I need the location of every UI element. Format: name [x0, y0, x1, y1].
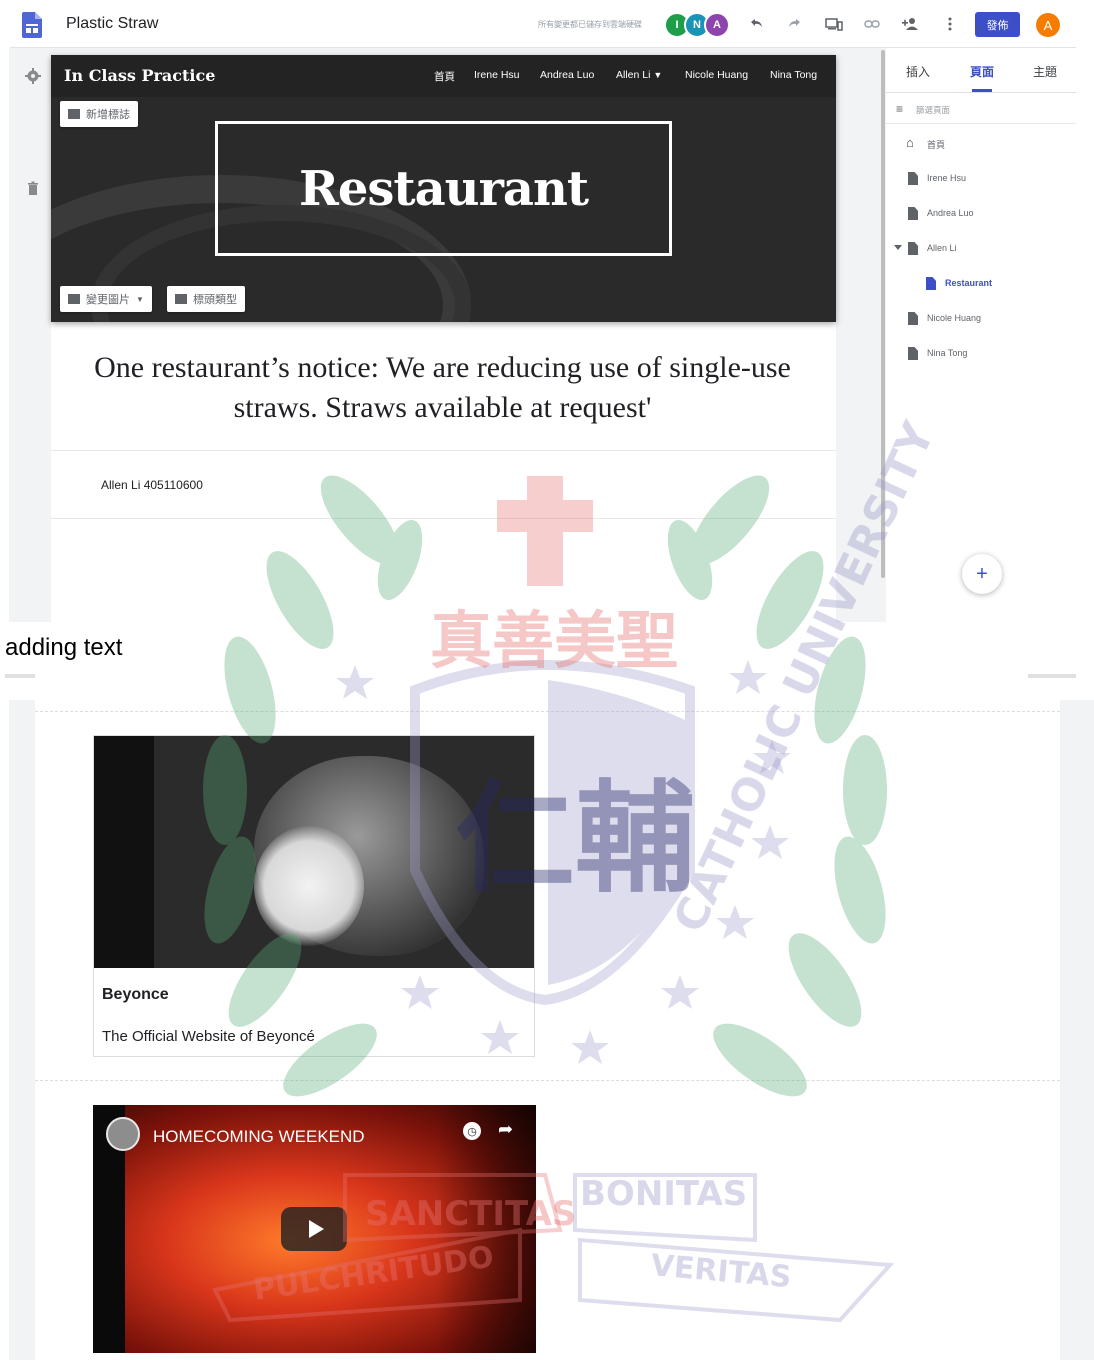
smoke-shape — [254, 826, 364, 946]
section-divider — [35, 1080, 1060, 1081]
crop-mark — [1028, 674, 1076, 678]
nav-link[interactable]: Nina Tong — [770, 69, 817, 81]
page-item-label: Allen Li — [927, 243, 957, 253]
youtube-video-embed[interactable]: HOMECOMING WEEKEND ◷ ➦ — [93, 1105, 536, 1353]
page-item-nicole-huang[interactable]: Nicole Huang — [886, 309, 1076, 329]
annotation-caption: adding text — [5, 634, 123, 661]
page-icon — [908, 242, 918, 255]
text-box-quote[interactable]: One restaurant’s notice: We are reducing… — [70, 348, 815, 428]
image-icon — [68, 294, 80, 304]
header-layout-icon — [175, 294, 187, 304]
saved-status: 所有變更都已儲存到雲端硬碟 — [538, 20, 642, 29]
video-shade — [436, 1105, 536, 1353]
preview-devices-icon[interactable] — [824, 14, 844, 34]
add-page-button[interactable]: + — [962, 554, 1002, 594]
text-box-author[interactable]: Allen Li 405110600 — [101, 478, 203, 492]
section-tool-rail — [9, 48, 51, 622]
page-item-allen-li[interactable]: Allen Li — [886, 239, 1076, 259]
nav-link-dropdown[interactable]: Allen Li ▼ — [616, 69, 662, 81]
canvas-scroll-gutter — [1060, 700, 1094, 1360]
play-icon — [308, 1220, 324, 1238]
nav-link[interactable]: Irene Hsu — [474, 69, 520, 81]
page-item-irene-hsu[interactable]: Irene Hsu — [886, 169, 1076, 189]
card-description: The Official Website of Beyoncé — [102, 1028, 315, 1045]
collaborator-avatars: I N A — [664, 12, 734, 38]
site-title[interactable]: Plastic Straw — [66, 15, 158, 33]
user-avatar[interactable]: A — [1036, 13, 1060, 37]
header-type-button[interactable]: 標頭類型 — [167, 286, 245, 312]
filter-pages[interactable]: ≡ 篩選頁面 — [886, 96, 1076, 124]
chevron-down-icon: ▼ — [653, 70, 663, 80]
image-icon — [68, 109, 80, 119]
redo-icon[interactable] — [785, 14, 805, 34]
plus-icon: + — [976, 562, 988, 585]
canvas-scrollbar[interactable] — [881, 50, 885, 578]
page-icon — [908, 207, 918, 220]
page-item-restaurant[interactable]: Restaurant — [886, 274, 1076, 294]
page-icon — [908, 172, 918, 185]
app-bar: Plastic Straw 所有變更都已儲存到雲端硬碟 I N A 發佈 A — [0, 0, 1094, 48]
more-vert-icon[interactable] — [940, 14, 960, 34]
change-image-label: 變更圖片 — [86, 294, 130, 306]
tab-insert[interactable]: 插入 — [906, 63, 930, 80]
image-border — [94, 736, 154, 968]
panel-tabs: 插入 頁面 主題 — [886, 48, 1076, 93]
google-sites-icon[interactable] — [22, 12, 42, 38]
filter-pages-input[interactable]: 篩選頁面 — [916, 104, 950, 116]
nav-link-label: Allen Li — [616, 69, 651, 81]
title-frame: Restaurant — [215, 121, 672, 256]
side-panel: 插入 頁面 主題 ≡ 篩選頁面 ⌂ 首頁 Irene Hsu Andrea Lu… — [886, 48, 1076, 622]
page-item-label: Nicole Huang — [927, 313, 982, 323]
page-title[interactable]: Restaurant — [299, 161, 589, 217]
page-item-nina-tong[interactable]: Nina Tong — [886, 344, 1076, 364]
collaborator-avatar[interactable]: A — [704, 12, 730, 38]
page-item-label: Irene Hsu — [927, 173, 967, 183]
undo-icon[interactable] — [746, 14, 766, 34]
tab-themes[interactable]: 主題 — [1033, 63, 1057, 80]
share-icon[interactable]: ➦ — [498, 1119, 513, 1140]
section-divider — [51, 450, 836, 451]
page-header[interactable]: In Class Practice 首頁 Irene Hsu Andrea Lu… — [51, 55, 836, 322]
card-thumbnail-image — [94, 736, 534, 968]
gear-icon[interactable] — [24, 67, 42, 85]
add-logo-label: 新增標誌 — [86, 109, 130, 121]
page-item-label: Andrea Luo — [927, 208, 974, 218]
crop-mark — [5, 674, 35, 678]
page-icon — [908, 347, 918, 360]
video-title[interactable]: HOMECOMING WEEKEND — [153, 1127, 365, 1147]
channel-avatar[interactable] — [106, 1117, 140, 1151]
site-brand[interactable]: In Class Practice — [64, 66, 215, 85]
nav-link-home[interactable]: 首頁 — [434, 69, 455, 84]
tab-pages[interactable]: 頁面 — [970, 63, 994, 80]
change-image-button[interactable]: 變更圖片 ▼ — [60, 286, 152, 312]
filter-icon: ≡ — [896, 102, 904, 116]
home-icon: ⌂ — [906, 135, 914, 150]
page-item-label: Nina Tong — [927, 348, 968, 358]
link-icon[interactable] — [862, 14, 882, 34]
section-divider — [51, 518, 836, 519]
delete-icon[interactable] — [24, 180, 42, 198]
publish-button[interactable]: 發佈 — [975, 12, 1020, 37]
nav-link[interactable]: Andrea Luo — [540, 69, 594, 81]
page-item-home[interactable]: ⌂ 首頁 — [886, 134, 1076, 154]
play-button[interactable] — [281, 1207, 347, 1251]
active-tab-indicator — [972, 89, 992, 92]
header-type-label: 標頭類型 — [193, 294, 237, 306]
embed-link-card[interactable]: Beyonce The Official Website of Beyoncé — [93, 735, 535, 1057]
page-icon — [926, 277, 936, 290]
nav-link[interactable]: Nicole Huang — [685, 69, 748, 81]
page-item-andrea-luo[interactable]: Andrea Luo — [886, 204, 1076, 224]
watch-later-icon[interactable]: ◷ — [463, 1122, 481, 1140]
page-item-label: 首頁 — [927, 140, 946, 150]
share-add-person-icon[interactable] — [900, 14, 920, 34]
add-logo-button[interactable]: 新增標誌 — [60, 101, 138, 127]
expand-caret-icon[interactable] — [894, 245, 902, 250]
card-title[interactable]: Beyonce — [102, 986, 169, 1004]
site-nav-bar: In Class Practice 首頁 Irene Hsu Andrea Lu… — [51, 55, 836, 97]
dropdown-arrow-icon: ▼ — [136, 294, 144, 304]
page-icon — [908, 312, 918, 325]
page-item-label: Restaurant — [945, 278, 993, 288]
section-divider — [35, 711, 1060, 712]
